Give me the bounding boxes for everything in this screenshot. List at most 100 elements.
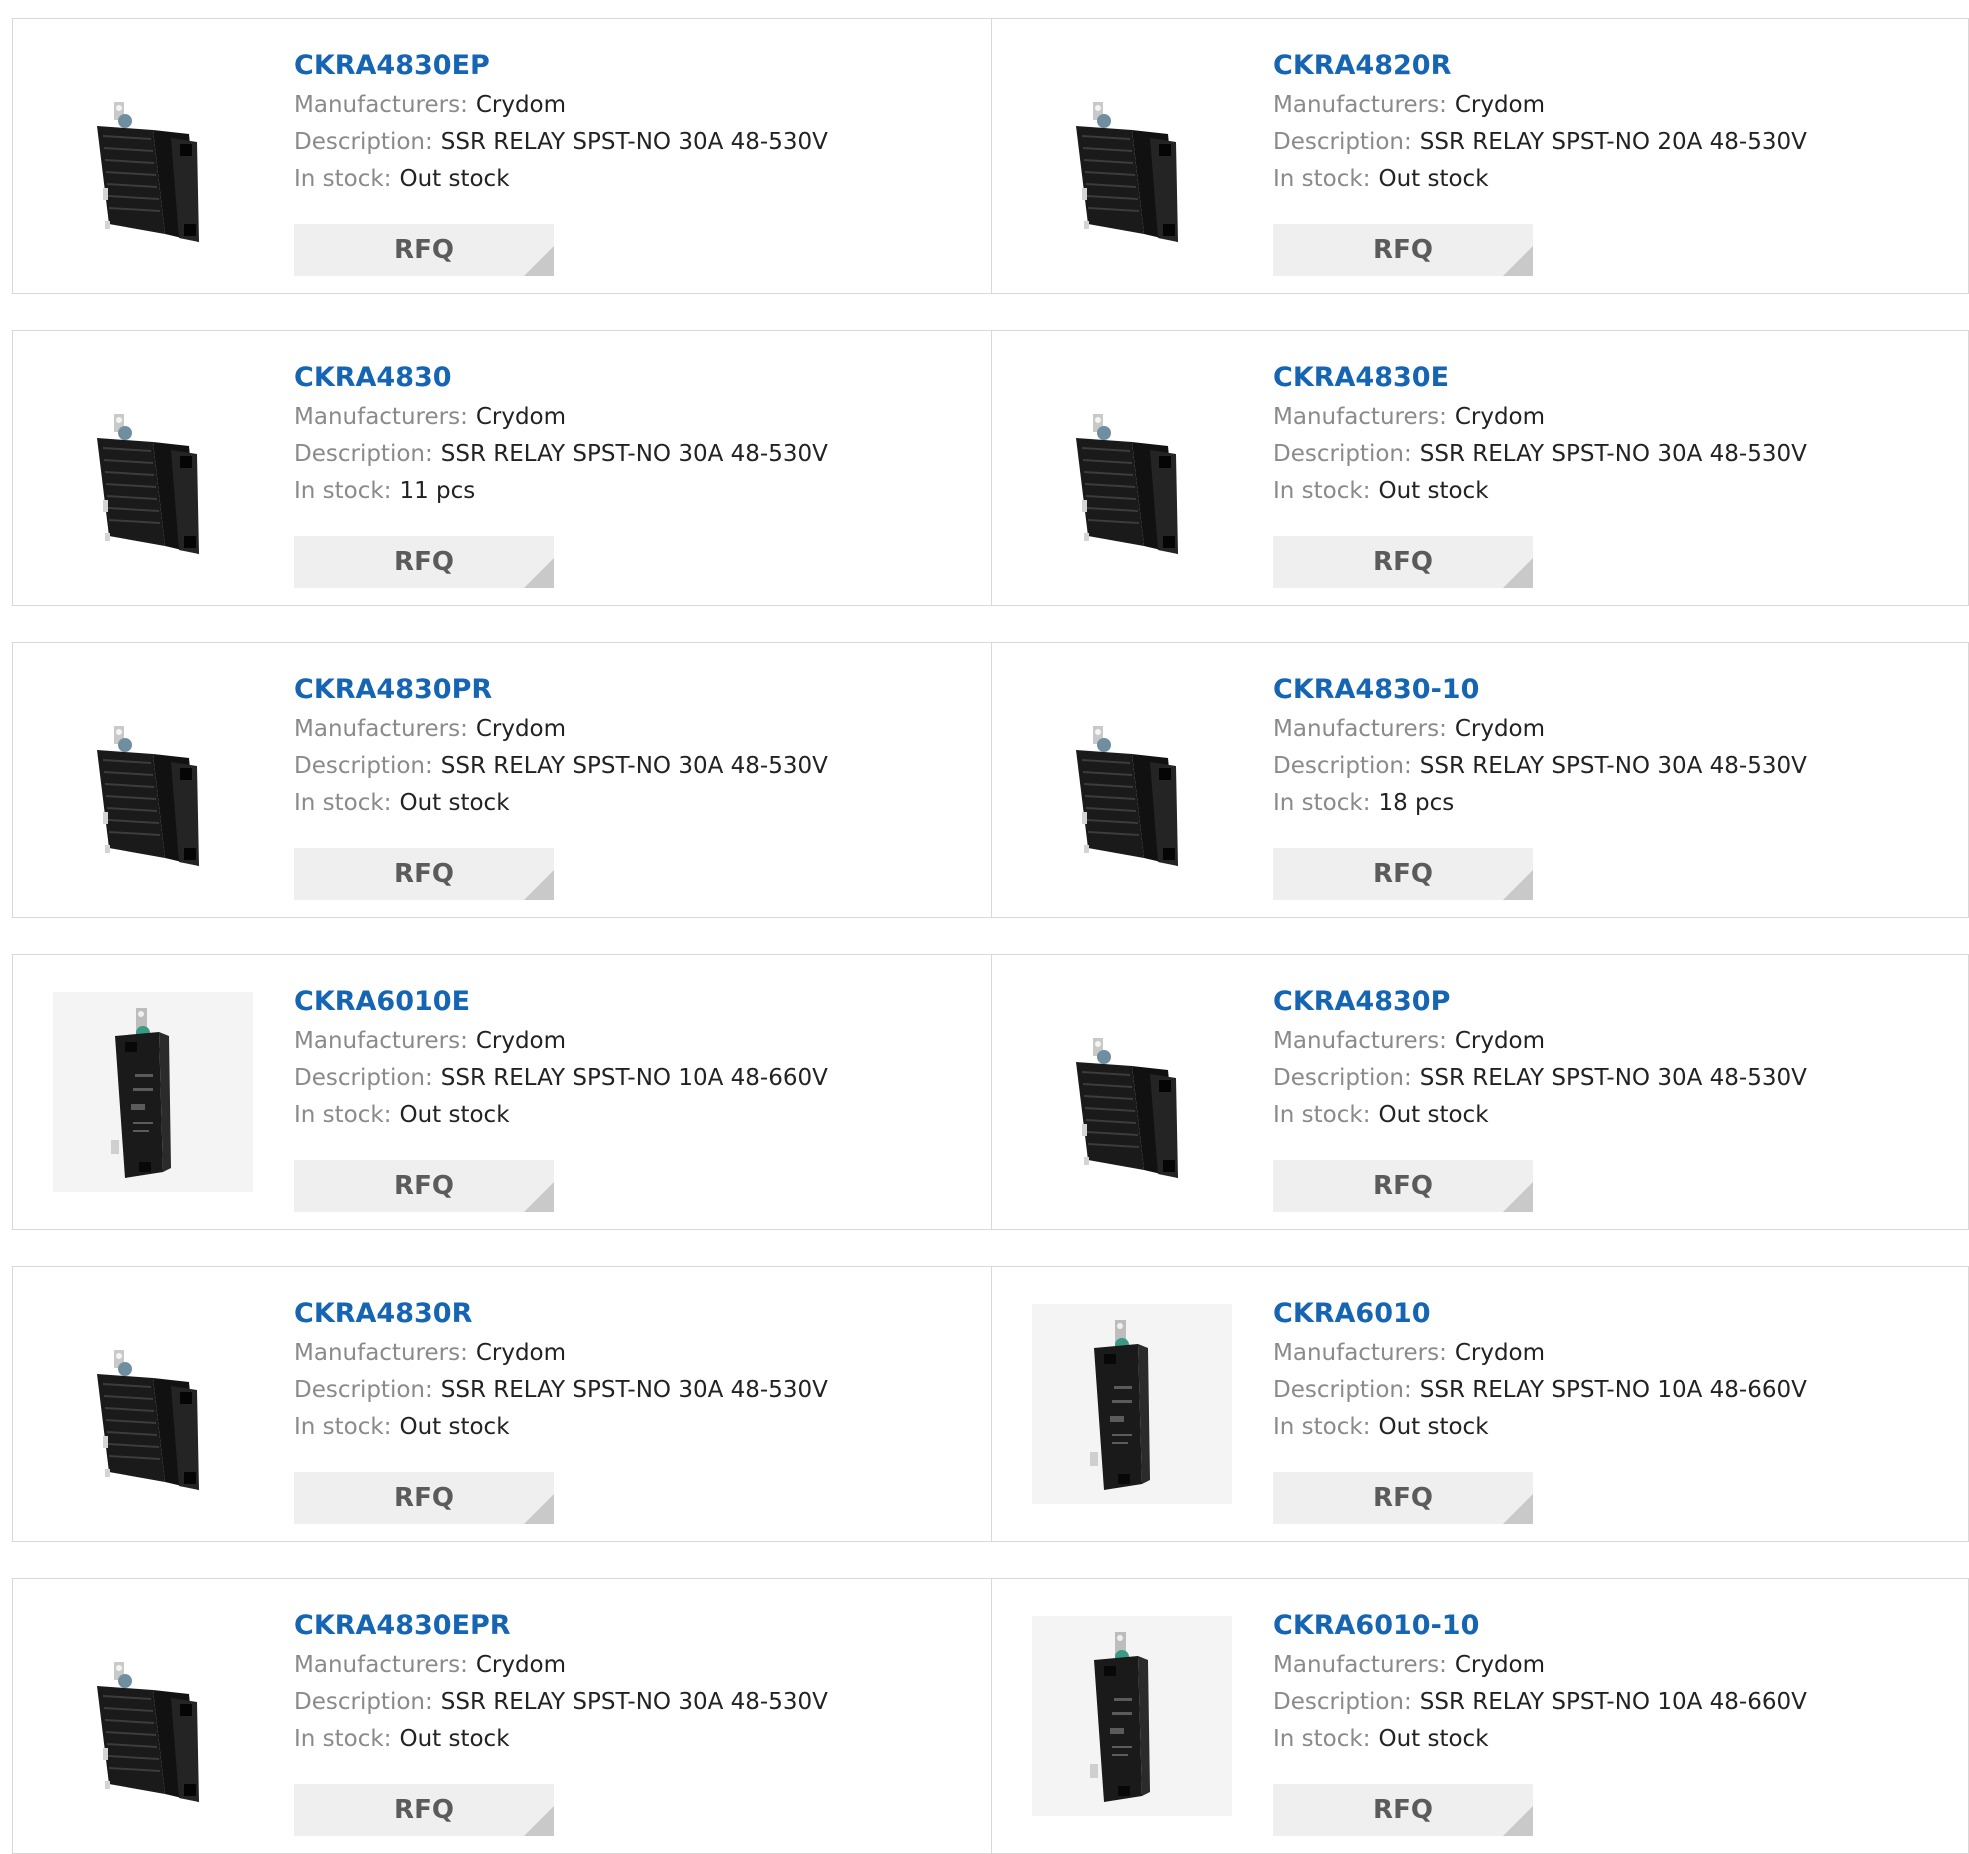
product-title-link[interactable]: CKRA4830R [294,1297,828,1331]
manufacturer-line: Manufacturers: Crydom [294,711,828,748]
rfq-label: RFQ [394,1483,454,1513]
stock-label: In stock: [1273,1414,1371,1440]
product-image[interactable] [53,368,253,568]
rfq-label: RFQ [1373,1795,1433,1825]
corner-triangle-icon [1503,1182,1533,1212]
description-label: Description: [294,1689,433,1715]
description-value: SSR RELAY SPST-NO 10A 48-660V [440,1065,828,1091]
rfq-label: RFQ [1373,235,1433,265]
stock-label: In stock: [1273,478,1371,504]
corner-triangle-icon [1503,1494,1533,1524]
product-title-link[interactable]: CKRA4830P [1273,985,1807,1019]
product-title-link[interactable]: CKRA6010 [1273,1297,1807,1331]
product-image[interactable] [53,1304,253,1504]
product-card: CKRA6010-10 Manufacturers: Crydom Descripti… [991,1579,1969,1853]
description-line: Description: SSR RELAY SPST-NO 10A 48-660… [1273,1684,1807,1721]
corner-triangle-icon [1503,1806,1533,1836]
rfq-button[interactable]: RFQ [1273,536,1533,588]
product-image[interactable] [53,1616,253,1816]
product-image[interactable] [1032,680,1232,880]
stock-value: Out stock [1378,1414,1489,1440]
manufacturer-label: Manufacturers: [294,716,468,742]
stock-label: In stock: [1273,790,1371,816]
product-card: CKRA4830EP Manufacturers: Crydom Descriptio… [13,19,991,293]
manufacturer-line: Manufacturers: Crydom [294,399,828,436]
product-info: CKRA4830 Manufacturers: Crydom Description:… [294,361,828,510]
rfq-button[interactable]: RFQ [1273,1160,1533,1212]
description-label: Description: [1273,1377,1412,1403]
rfq-button[interactable]: RFQ [294,224,554,276]
product-card: CKRA6010E Manufacturers: Crydom Description… [13,955,991,1229]
rfq-button[interactable]: RFQ [294,1784,554,1836]
product-title-link[interactable]: CKRA4830EP [294,49,828,83]
stock-value: Out stock [1378,1726,1489,1752]
product-title-link[interactable]: CKRA4820R [1273,49,1807,83]
stock-label: In stock: [294,1726,392,1752]
product-title-link[interactable]: CKRA4830-10 [1273,673,1807,707]
corner-triangle-icon [1503,870,1533,900]
product-card: CKRA6010 Manufacturers: Crydom Description:… [991,1267,1969,1541]
product-title-link[interactable]: CKRA4830E [1273,361,1807,395]
stock-line: In stock: Out stock [294,1097,828,1134]
description-value: SSR RELAY SPST-NO 10A 48-660V [1419,1377,1807,1403]
product-info: CKRA4820R Manufacturers: Crydom Description… [1273,49,1807,198]
stock-label: In stock: [294,1414,392,1440]
stock-line: In stock: Out stock [1273,161,1807,198]
manufacturer-label: Manufacturers: [294,404,468,430]
product-card: CKRA4820R Manufacturers: Crydom Description… [991,19,1969,293]
stock-line: In stock: Out stock [1273,1097,1807,1134]
product-title-link[interactable]: CKRA4830PR [294,673,828,707]
description-line: Description: SSR RELAY SPST-NO 30A 48-530… [1273,1060,1807,1097]
product-image[interactable] [1032,1616,1232,1816]
manufacturer-line: Manufacturers: Crydom [1273,399,1807,436]
product-card: CKRA4830E Manufacturers: Crydom Description… [991,331,1969,605]
product-image[interactable] [1032,368,1232,568]
description-label: Description: [1273,753,1412,779]
description-line: Description: SSR RELAY SPST-NO 30A 48-530… [294,1372,828,1409]
rfq-button[interactable]: RFQ [294,1160,554,1212]
product-image[interactable] [53,56,253,256]
rfq-button[interactable]: RFQ [1273,848,1533,900]
product-info: CKRA4830-10 Manufacturers: Crydom Descripti… [1273,673,1807,822]
rfq-button[interactable]: RFQ [294,848,554,900]
rfq-button[interactable]: RFQ [1273,1472,1533,1524]
manufacturer-line: Manufacturers: Crydom [1273,87,1807,124]
manufacturer-value: Crydom [1454,716,1546,742]
product-card: CKRA4830EPR Manufacturers: Crydom Descripti… [13,1579,991,1853]
manufacturer-label: Manufacturers: [294,92,468,118]
manufacturer-label: Manufacturers: [294,1028,468,1054]
description-label: Description: [294,441,433,467]
product-image[interactable] [1032,1304,1232,1504]
description-label: Description: [294,753,433,779]
description-value: SSR RELAY SPST-NO 30A 48-530V [440,1689,828,1715]
description-line: Description: SSR RELAY SPST-NO 30A 48-530… [294,1684,828,1721]
product-image[interactable] [1032,56,1232,256]
rfq-button[interactable]: RFQ [1273,1784,1533,1836]
product-image[interactable] [53,680,253,880]
description-line: Description: SSR RELAY SPST-NO 10A 48-660… [1273,1372,1807,1409]
stock-value: Out stock [399,1414,510,1440]
rfq-button[interactable]: RFQ [294,536,554,588]
rfq-button[interactable]: RFQ [294,1472,554,1524]
description-line: Description: SSR RELAY SPST-NO 10A 48-660… [294,1060,828,1097]
description-value: SSR RELAY SPST-NO 30A 48-530V [1419,1065,1807,1091]
description-line: Description: SSR RELAY SPST-NO 30A 48-530… [1273,748,1807,785]
stock-label: In stock: [294,478,392,504]
rfq-label: RFQ [394,235,454,265]
stock-line: In stock: 11 pcs [294,473,828,510]
product-title-link[interactable]: CKRA4830EPR [294,1609,828,1643]
product-card: CKRA4830PR Manufacturers: Crydom Descriptio… [13,643,991,917]
stock-label: In stock: [1273,1726,1371,1752]
product-image[interactable] [53,992,253,1192]
product-title-link[interactable]: CKRA6010E [294,985,828,1019]
rfq-button[interactable]: RFQ [1273,224,1533,276]
product-image[interactable] [1032,992,1232,1192]
product-title-link[interactable]: CKRA4830 [294,361,828,395]
product-row: CKRA6010E Manufacturers: Crydom Description… [12,954,1969,1230]
product-info: CKRA4830R Manufacturers: Crydom Description… [294,1297,828,1446]
description-line: Description: SSR RELAY SPST-NO 30A 48-530… [294,124,828,161]
manufacturer-value: Crydom [1454,1652,1546,1678]
stock-value: Out stock [1378,478,1489,504]
product-title-link[interactable]: CKRA6010-10 [1273,1609,1807,1643]
product-row: CKRA4830R Manufacturers: Crydom Description… [12,1266,1969,1542]
